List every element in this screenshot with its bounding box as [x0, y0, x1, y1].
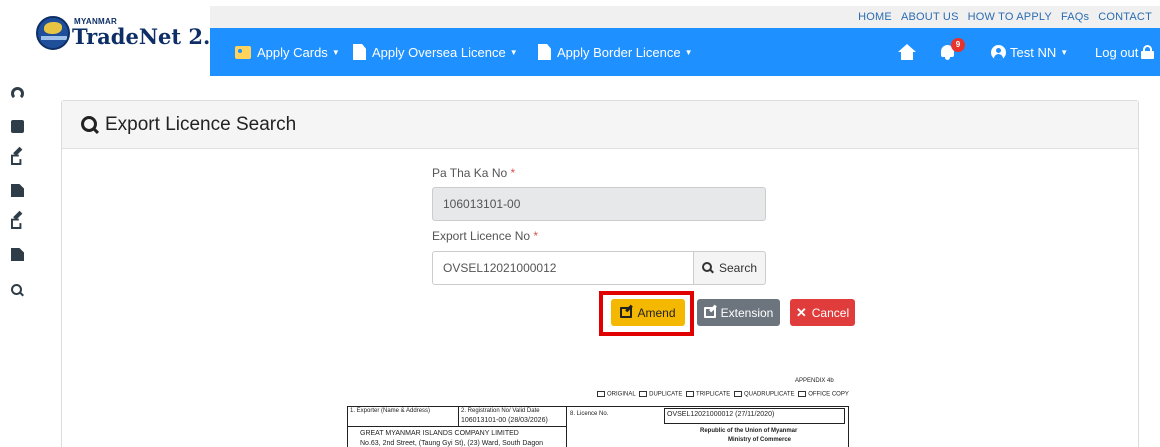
- search-icon: [81, 115, 99, 134]
- how-to-apply-link[interactable]: HOW TO APPLY: [968, 11, 1052, 23]
- apply-oversea-licence-menu[interactable]: Apply Oversea Licence ▼: [353, 28, 518, 76]
- tradenet-logo[interactable]: MYANMAR TradeNet 2.0: [36, 14, 225, 54]
- globe-logo-icon: [36, 16, 70, 50]
- card-icon[interactable]: [11, 120, 24, 133]
- export-licence-no-input[interactable]: OVSEL12021000012: [432, 251, 694, 285]
- republic-text: Republic of the Union of Myanmar: [700, 428, 798, 434]
- pathaka-label-text: Pa Tha Ka No: [432, 166, 508, 180]
- user-menu[interactable]: Test NN ▼: [991, 28, 1068, 76]
- apply-cards-menu[interactable]: Apply Cards ▼: [235, 28, 340, 76]
- extension-button-label: Extension: [720, 305, 774, 320]
- notification-badge: 9: [951, 38, 965, 52]
- copy-quadruplicate: QUADRUPLICATE: [743, 391, 795, 398]
- checkbox-icon: [639, 391, 648, 397]
- checkbox-icon: [686, 391, 695, 397]
- caret-down-icon: ▼: [684, 47, 693, 57]
- apply-border-label: Apply Border Licence: [557, 44, 681, 60]
- amend-highlight-box: [599, 291, 694, 336]
- close-icon: ✕: [795, 304, 807, 320]
- notifications-button[interactable]: 9: [940, 28, 965, 76]
- document-icon: [538, 44, 551, 60]
- page-title: Export Licence Search: [105, 113, 297, 135]
- apply-border-licence-menu[interactable]: Apply Border Licence ▼: [538, 28, 693, 76]
- logout-button[interactable]: Log out: [1095, 28, 1155, 76]
- ministry-text: Ministry of Commerce: [728, 437, 792, 443]
- document-icon: [353, 44, 366, 60]
- copy-office: OFFICE COPY: [808, 391, 849, 398]
- export-licence-label-text: Export Licence No: [432, 229, 531, 243]
- logo-main-text: TradeNet 2.0: [72, 24, 225, 49]
- company-name: GREAT MYANMAR ISLANDS COMPANY LIMITED: [360, 430, 519, 437]
- faqs-link[interactable]: FAQs: [1061, 11, 1089, 23]
- top-links-bar: HOME ABOUT US HOW TO APPLY FAQs CONTACT: [210, 6, 1160, 28]
- copy-triplicate: TRIPLICATE: [696, 391, 731, 398]
- required-mark: *: [510, 166, 516, 180]
- export-licence-label: Export Licence No *: [432, 229, 538, 243]
- pathaka-no-field[interactable]: 106013101-00: [432, 187, 766, 221]
- apply-cards-label: Apply Cards: [257, 44, 328, 60]
- copy-duplicate: DUPLICATE: [649, 391, 683, 398]
- user-name: Test NN: [1010, 44, 1057, 60]
- about-us-link[interactable]: ABOUT US: [901, 11, 959, 23]
- cancel-button-label: Cancel: [811, 305, 850, 320]
- home-button[interactable]: [898, 28, 916, 76]
- registration-value: 106013101-00 (28/03/2026): [461, 417, 548, 424]
- export-licence-no-value: OVSEL12021000012: [443, 261, 557, 275]
- file-icon[interactable]: [11, 248, 24, 261]
- registration-field-label: 2. Registration No/ Valid Date: [461, 408, 540, 414]
- dashboard-icon[interactable]: [11, 87, 24, 100]
- page: MYANMAR TradeNet 2.0 HOME ABOUT US HOW T…: [0, 0, 1160, 447]
- bell-icon: 9: [940, 38, 965, 60]
- required-mark: *: [533, 229, 539, 243]
- file-icon[interactable]: [11, 184, 24, 197]
- checkbox-icon: [733, 391, 742, 397]
- apply-oversea-label: Apply Oversea Licence: [372, 44, 506, 60]
- licence-no-field-label: 8. Licence No.: [570, 411, 609, 417]
- logout-label: Log out: [1095, 44, 1139, 60]
- search-button-label: Search: [718, 261, 758, 275]
- edit-icon: [703, 307, 716, 318]
- id-card-icon: [235, 45, 251, 59]
- company-address: No.63, 2nd Street, (Taung Gyi St), (23) …: [360, 440, 543, 447]
- appendix-label: APPENDIX 4b: [795, 378, 834, 384]
- edit-icon[interactable]: [11, 146, 24, 165]
- search-icon: [701, 262, 714, 274]
- home-link[interactable]: HOME: [858, 11, 892, 23]
- extension-button[interactable]: Extension: [697, 299, 780, 326]
- caret-down-icon: ▼: [509, 47, 518, 57]
- pathaka-label: Pa Tha Ka No *: [432, 166, 515, 180]
- cancel-button[interactable]: ✕ Cancel: [790, 299, 855, 326]
- caret-down-icon: ▼: [331, 47, 340, 57]
- divider: [458, 406, 459, 426]
- pathaka-no-value: 106013101-00: [443, 197, 521, 211]
- edit-icon[interactable]: [11, 210, 24, 229]
- checkbox-icon: [798, 391, 807, 397]
- search-button[interactable]: Search: [693, 251, 766, 285]
- copy-original: ORIGINAL: [607, 391, 636, 398]
- user-icon: [991, 44, 1006, 60]
- main-navbar: Apply Cards ▼ Apply Oversea Licence ▼ Ap…: [210, 28, 1160, 76]
- contact-link[interactable]: CONTACT: [1098, 11, 1152, 23]
- checkbox-icon: [597, 391, 605, 397]
- lock-icon: [1141, 45, 1155, 59]
- divider: [347, 426, 567, 427]
- home-icon: [898, 44, 916, 60]
- panel-heading: Export Licence Search: [62, 101, 1138, 149]
- search-icon[interactable]: [11, 284, 23, 296]
- caret-down-icon: ▼: [1060, 47, 1069, 57]
- copy-checkboxes: ORIGINAL DUPLICATE TRIPLICATE QUADRUPLIC…: [597, 391, 849, 398]
- licence-no-value: OVSEL12021000012 (27/11/2020): [667, 411, 775, 418]
- exporter-field-label: 1. Exporter (Name & Address): [350, 408, 431, 414]
